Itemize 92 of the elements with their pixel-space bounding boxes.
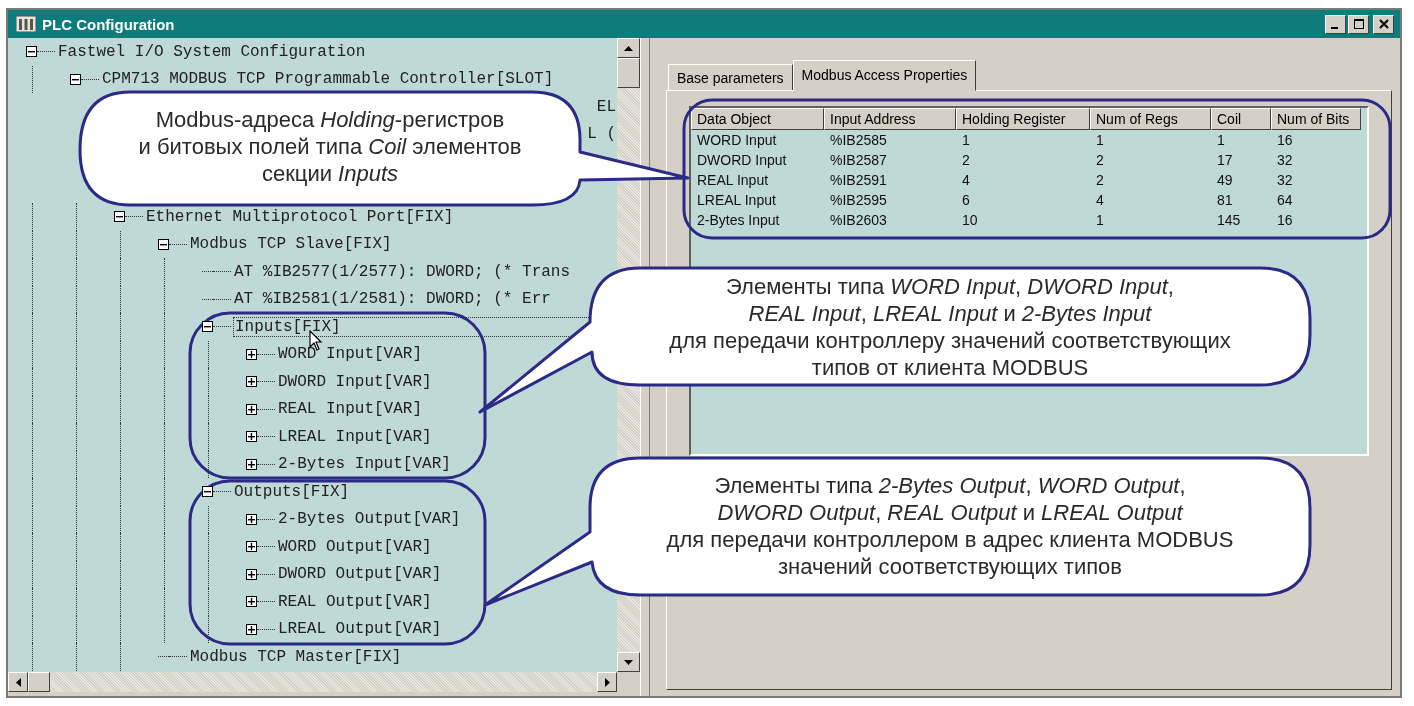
- table-cell: 17: [1217, 152, 1233, 168]
- tree-item[interactable]: Modbus TCP Slave[FIX]: [189, 235, 393, 254]
- scroll-right-icon[interactable]: [597, 672, 617, 692]
- minimize-icon: [1331, 26, 1338, 29]
- tab[interactable]: Base parameters: [668, 64, 793, 91]
- tree-item[interactable]: DWORD Input[VAR]: [277, 372, 433, 391]
- callout-text: Элементы типа 2-Bytes Output, WORD Output, DWORD Output, REAL Output и LREAL Output для передачи контроллером в адрес клиента MODBUS значений соответствующих типов: [666, 473, 1234, 579]
- table-cell: 4: [962, 172, 970, 188]
- app-icon: [16, 16, 36, 32]
- expand-icon[interactable]: [246, 376, 257, 388]
- collapse-icon[interactable]: [114, 211, 125, 223]
- expand-icon[interactable]: [246, 623, 257, 635]
- expand-icon[interactable]: [246, 431, 257, 443]
- callout-text: Элементы типа WORD Input, DWORD Input, REAL Input, LREAL Input и 2-Bytes Input для передачи контроллеру значений соответствующих типов от клиента MODBUS: [669, 274, 1231, 380]
- scroll-left-icon[interactable]: [8, 672, 28, 692]
- column-header[interactable]: Coil: [1211, 108, 1271, 130]
- tree-item[interactable]: 2-Bytes Input[VAR]: [277, 455, 452, 474]
- callout-text: Modbus-адреса Holding-регистров и битовых полей типа Coil элементов секции Inputs: [138, 107, 522, 186]
- tree-item[interactable]: Modbus TCP Master[FIX]: [189, 647, 403, 666]
- horizontal-scrollbar[interactable]: [8, 672, 617, 692]
- maximize-icon: [1353, 19, 1364, 29]
- table-cell: 2: [962, 152, 970, 168]
- table-cell: 145: [1217, 212, 1241, 228]
- collapse-icon[interactable]: [158, 238, 169, 250]
- expand-icon[interactable]: [246, 348, 257, 360]
- table-cell: LREAL Input: [697, 192, 776, 208]
- table-cell: 32: [1277, 172, 1293, 188]
- scroll-down-icon[interactable]: [617, 652, 640, 672]
- tree-item[interactable]: CPM713 MODBUS TCP Programmable Controller[SLOT]: [101, 70, 555, 89]
- table-cell: 2-Bytes Input: [697, 212, 780, 228]
- table-cell: REAL Input: [697, 172, 769, 188]
- table-cell: 16: [1277, 212, 1293, 228]
- table-cell: %IB2603: [830, 212, 887, 228]
- tree-item[interactable]: LREAL Input[VAR]: [277, 427, 433, 446]
- table-cell: 32: [1277, 152, 1293, 168]
- minimize-button[interactable]: [1325, 14, 1346, 34]
- collapse-icon[interactable]: [202, 486, 213, 498]
- column-header[interactable]: Input Address: [824, 108, 956, 130]
- scroll-thumb[interactable]: [28, 672, 50, 692]
- scroll-up-icon[interactable]: [617, 38, 640, 58]
- table-cell: 49: [1217, 172, 1233, 188]
- table-cell: 10: [962, 212, 978, 228]
- table-cell: 1: [1096, 132, 1104, 148]
- scroll-thumb[interactable]: [617, 58, 640, 88]
- expand-icon[interactable]: [246, 568, 257, 580]
- tree-item[interactable]: AT %IB2577(1/2577): DWORD; (* Trans: [233, 262, 572, 281]
- table-cell: %IB2587: [830, 152, 887, 168]
- table-cell: %IB2585: [830, 132, 887, 148]
- collapse-icon[interactable]: [202, 321, 213, 333]
- column-header[interactable]: Holding Register: [956, 108, 1090, 130]
- close-button[interactable]: [1373, 14, 1394, 34]
- table-cell: 1: [1217, 132, 1225, 148]
- table-cell: 64: [1277, 192, 1293, 208]
- table-cell: 2: [1096, 152, 1104, 168]
- table-cell: 81: [1217, 192, 1233, 208]
- table-cell: 6: [962, 192, 970, 208]
- tree-item[interactable]: 2-Bytes Output[VAR]: [277, 510, 462, 529]
- column-header[interactable]: Data Object: [691, 108, 824, 130]
- tab[interactable]: Modbus Access Properties: [792, 60, 977, 91]
- tree-item[interactable]: LREAL Output[VAR]: [277, 620, 443, 639]
- table-cell: 2: [1096, 172, 1104, 188]
- tree-item[interactable]: Ethernet Multiprotocol Port[FIX]: [145, 207, 455, 226]
- tree-item[interactable]: WORD Input[VAR]: [277, 345, 424, 364]
- tree-item[interactable]: REAL Output[VAR]: [277, 592, 433, 611]
- expand-icon[interactable]: [246, 513, 257, 525]
- tree-item[interactable]: DWORD Output[VAR]: [277, 565, 443, 584]
- tree-item[interactable]: Outputs[FIX]: [233, 482, 351, 501]
- table-cell: 1: [962, 132, 970, 148]
- tree-item[interactable]: WORD Output[VAR]: [277, 537, 433, 556]
- expand-icon[interactable]: [246, 458, 257, 470]
- table-cell: WORD Input: [697, 132, 777, 148]
- table-cell: DWORD Input: [697, 152, 787, 168]
- table-cell: 16: [1277, 132, 1293, 148]
- column-header[interactable]: Num of Bits: [1271, 108, 1361, 130]
- tree-item[interactable]: Fastwel I/O System Configuration: [57, 42, 367, 61]
- tree-item[interactable]: REAL Input[VAR]: [277, 400, 424, 419]
- collapse-icon[interactable]: [26, 46, 37, 58]
- tree-item[interactable]: AT %IB2581(1/2581): DWORD; (* Err: [233, 290, 552, 309]
- table-cell: %IB2591: [830, 172, 887, 188]
- maximize-button[interactable]: [1348, 14, 1369, 34]
- column-header[interactable]: Num of Regs: [1090, 108, 1211, 130]
- tree-item[interactable]: EL: [595, 97, 617, 116]
- close-icon: [1378, 19, 1389, 29]
- tree-item[interactable]: L (: [586, 125, 617, 144]
- window-title: PLC Configuration: [42, 15, 175, 33]
- table-cell: 4: [1096, 192, 1104, 208]
- collapse-icon[interactable]: [70, 73, 81, 85]
- table-cell: %IB2595: [830, 192, 887, 208]
- table-cell: 1: [1096, 212, 1104, 228]
- expand-icon[interactable]: [246, 403, 257, 415]
- expand-icon[interactable]: [246, 541, 257, 553]
- expand-icon[interactable]: [246, 596, 257, 608]
